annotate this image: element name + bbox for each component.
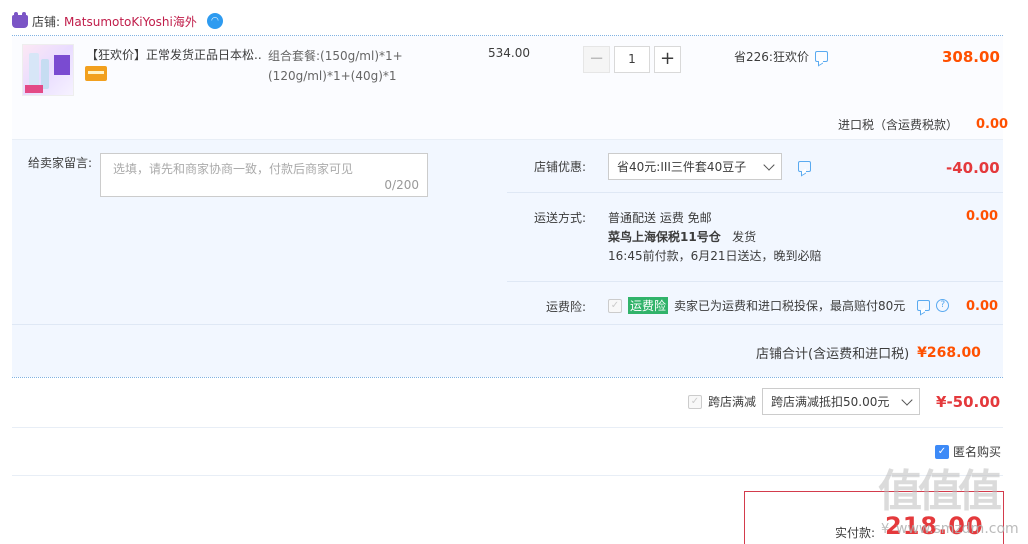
shop-header: 店铺: MatsumotoKiYoshi海外 ◠ bbox=[12, 10, 223, 32]
cross-store-select[interactable]: 跨店满减抵扣50.00元 bbox=[762, 388, 921, 415]
tmall-shop-icon bbox=[12, 11, 28, 28]
insurance-text: 卖家已为运费和进口税投保，最高赔付80元 bbox=[674, 299, 906, 313]
insurance-value: 0.00 bbox=[966, 299, 999, 314]
shop-bottom-divider bbox=[12, 377, 1003, 378]
product-sku: 组合套餐:(150g/ml)*1+(120g/ml)*1+(40g)*1 bbox=[268, 49, 403, 83]
shipping-info: 普通配送 运费 免邮 菜鸟上海保税11号仓 发货 16:45前付款，6月21日送… bbox=[608, 209, 822, 266]
message-label: 给卖家留言: bbox=[28, 156, 93, 170]
shop-label: 店铺: bbox=[32, 14, 61, 29]
shipping-eta: 16:45前付款，6月21日送达，晚到必赔 bbox=[608, 249, 822, 263]
shipping-value: 0.00 bbox=[966, 209, 999, 224]
message-placeholder: 选填，请先和商家协商一致，付款后商家可见 bbox=[113, 162, 354, 176]
shop-total-value: ¥268.00 bbox=[917, 344, 981, 361]
coupon-comment-icon[interactable] bbox=[798, 161, 811, 172]
unit-price: 534.00 bbox=[488, 46, 530, 60]
shop-name-link[interactable]: MatsumotoKiYoshi海外 bbox=[64, 13, 197, 30]
quantity-stepper: − 1 + bbox=[583, 46, 681, 73]
wangwang-chat-icon[interactable]: ◠ bbox=[206, 13, 223, 29]
coupon-label: 店铺优惠: bbox=[533, 160, 586, 174]
coupon-selected: 省40元:III三件套40豆子 bbox=[617, 160, 747, 174]
shipping-label: 运送方式: bbox=[533, 211, 586, 225]
shipping-method: 普通配送 运费 免邮 bbox=[608, 211, 712, 225]
shipping-dispatch: 发货 bbox=[732, 230, 757, 244]
credit-card-icon bbox=[85, 66, 107, 81]
cross-store-divider bbox=[12, 427, 1003, 428]
coupon-select[interactable]: 省40元:III三件套40豆子 bbox=[608, 153, 782, 180]
qty-increase-button[interactable]: + bbox=[654, 46, 681, 73]
panel-divider bbox=[12, 324, 1003, 325]
cross-store-selected: 跨店满减抵扣50.00元 bbox=[771, 395, 890, 409]
qty-decrease-button[interactable]: − bbox=[583, 46, 610, 73]
qty-input[interactable]: 1 bbox=[614, 46, 650, 73]
help-icon[interactable]: ? bbox=[936, 299, 950, 312]
seller-message-input[interactable]: 选填，请先和商家协商一致，付款后商家可见 0/200 bbox=[100, 153, 428, 197]
cross-store-row: ✓ 跨店满减 跨店满减抵扣50.00元 ¥-50.00 bbox=[688, 388, 1000, 415]
item-total-price: 308.00 bbox=[942, 48, 1000, 66]
product-thumbnail[interactable] bbox=[22, 44, 74, 96]
product-title-link[interactable]: 【狂欢价】正常发货正品日本松... bbox=[86, 46, 262, 63]
insurance-comment-icon[interactable] bbox=[917, 300, 931, 311]
insurance-checkbox[interactable]: ✓ bbox=[608, 298, 622, 313]
coupon-value: -40.00 bbox=[946, 159, 1000, 177]
item-promo: 省226:狂欢价 bbox=[734, 48, 828, 65]
cross-store-checkbox[interactable]: ✓ bbox=[688, 394, 702, 409]
cross-store-label: 跨店满减 bbox=[708, 395, 757, 409]
promo-text: 省226:狂欢价 bbox=[734, 50, 809, 64]
payment-label: 实付款: bbox=[835, 526, 876, 540]
insurance-badge: 运费险 bbox=[628, 297, 669, 314]
shipping-divider bbox=[507, 281, 1003, 282]
chevron-down-icon bbox=[763, 158, 775, 171]
insurance-label: 运费险: bbox=[545, 300, 586, 314]
coupon-divider bbox=[507, 192, 1003, 193]
shop-total-row: 店铺合计(含运费和进口税) ¥268.00 bbox=[756, 343, 981, 363]
shop-total-label: 店铺合计(含运费和进口税) bbox=[756, 347, 910, 362]
chevron-down-icon bbox=[901, 393, 913, 406]
shipping-warehouse-line: 菜鸟上海保税11号仓 发货 bbox=[608, 228, 822, 247]
import-tax-label: 进口税（含运费税款） bbox=[838, 118, 959, 132]
promo-comment-icon[interactable] bbox=[814, 51, 828, 62]
cross-store-value: ¥-50.00 bbox=[936, 392, 1001, 411]
message-char-count: 0/200 bbox=[384, 178, 419, 192]
site-watermark-url: www.smzdm.com bbox=[896, 521, 1019, 537]
import-tax-row: 进口税（含运费税款） 0.00 bbox=[838, 116, 1008, 133]
shipping-warehouse: 菜鸟上海保税11号仓 bbox=[608, 230, 721, 244]
import-tax-value: 0.00 bbox=[976, 117, 1009, 132]
anonymous-divider bbox=[12, 475, 1003, 476]
insurance-row: ✓ 运费险 卖家已为运费和进口税投保，最高赔付80元 ? bbox=[608, 297, 950, 314]
site-watermark-logo: 值值值 bbox=[878, 466, 1002, 517]
